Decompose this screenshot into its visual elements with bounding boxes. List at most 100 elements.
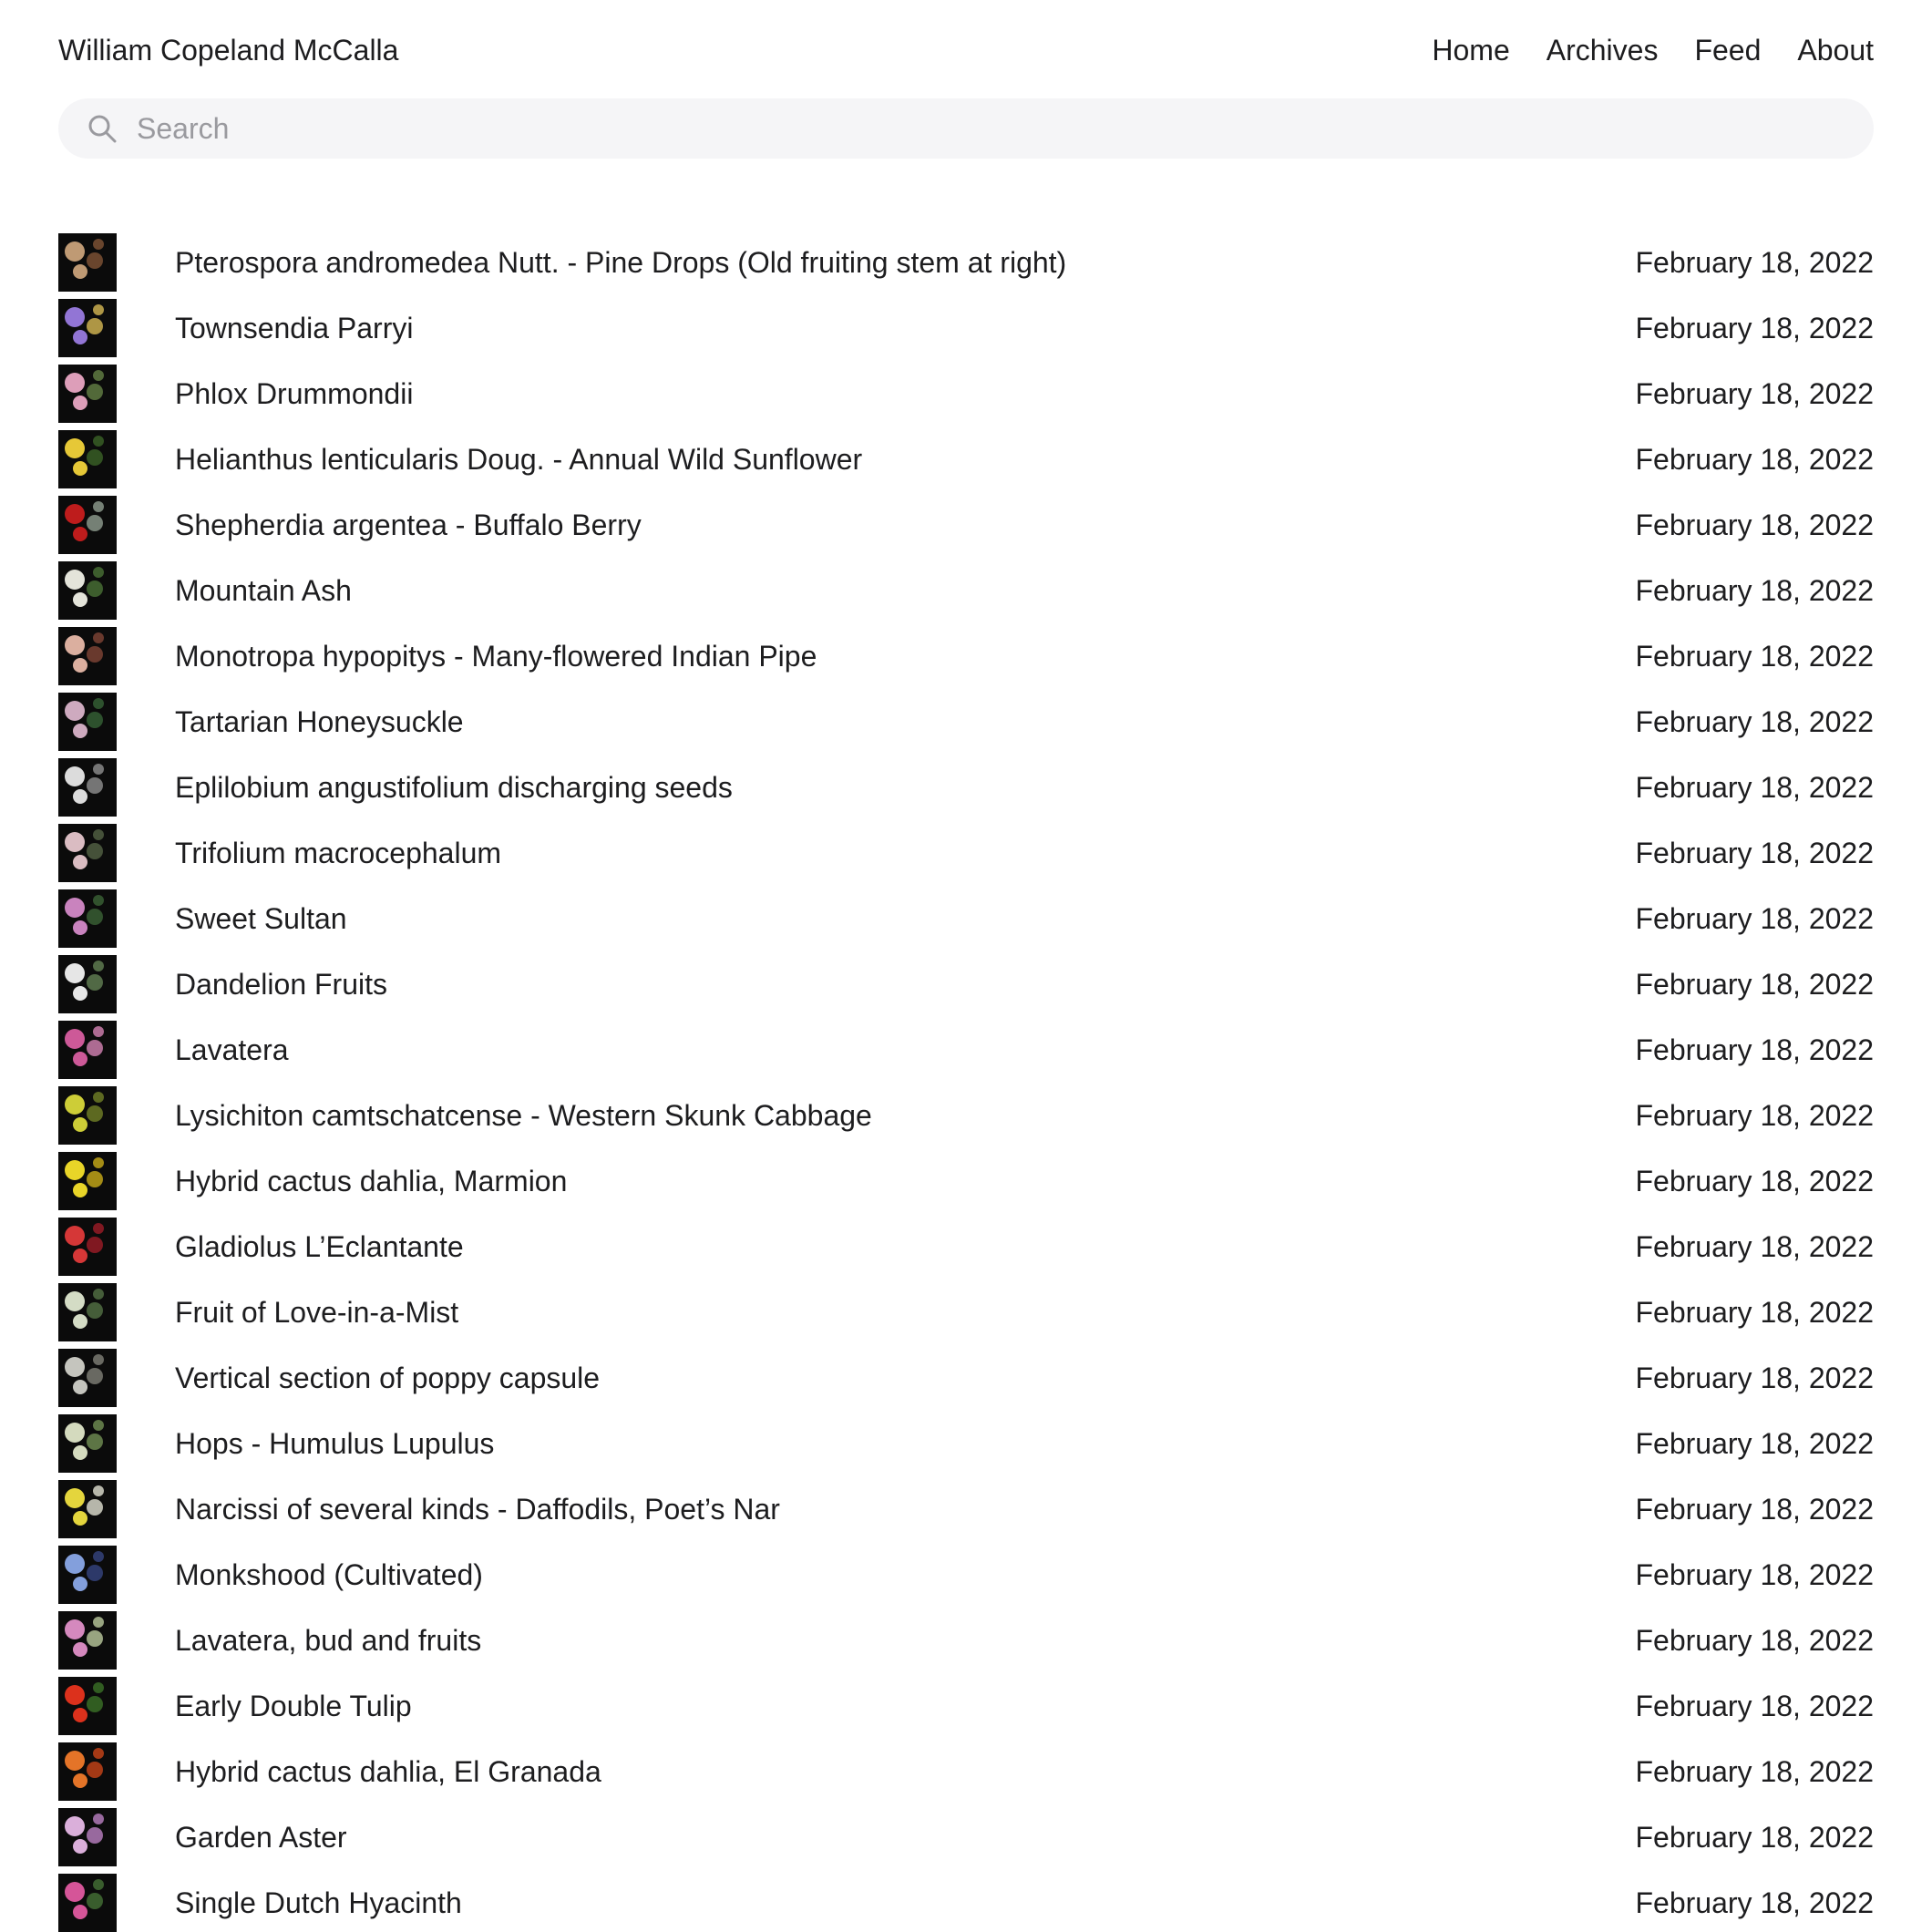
- post-thumbnail[interactable]: [58, 430, 117, 488]
- post-date: February 18, 2022: [1635, 1754, 1875, 1788]
- thumbnail-shape: [93, 1682, 104, 1693]
- post-thumbnail[interactable]: [58, 1218, 117, 1276]
- post-title-link[interactable]: Trifolium macrocephalum: [175, 837, 1636, 870]
- nav-feed[interactable]: Feed: [1694, 34, 1761, 67]
- thumbnail-shape: [87, 515, 103, 531]
- post-title-link[interactable]: Vertical section of poppy capsule: [175, 1362, 1636, 1395]
- thumbnail-shape: [93, 304, 104, 315]
- post-date: February 18, 2022: [1635, 1886, 1875, 1919]
- nav-archives[interactable]: Archives: [1547, 34, 1659, 67]
- post-thumbnail[interactable]: [58, 1414, 117, 1473]
- post-title-link[interactable]: Single Dutch Hyacinth: [175, 1886, 1636, 1920]
- post-thumbnail[interactable]: [58, 1677, 117, 1735]
- nav-about[interactable]: About: [1797, 34, 1874, 67]
- thumbnail-shape: [73, 330, 87, 344]
- thumbnail-shape: [87, 1237, 103, 1253]
- post-date: February 18, 2022: [1635, 376, 1875, 410]
- post-thumbnail[interactable]: [58, 627, 117, 685]
- post-row: Lavatera February 18, 2022: [58, 1017, 1874, 1083]
- post-thumbnail[interactable]: [58, 1546, 117, 1604]
- post-title-link[interactable]: Garden Aster: [175, 1821, 1636, 1855]
- post-thumbnail[interactable]: [58, 496, 117, 554]
- thumbnail-shape: [65, 1423, 85, 1443]
- post-title-link[interactable]: Narcissi of several kinds - Daffodils, P…: [175, 1493, 1636, 1526]
- post-date: February 18, 2022: [1635, 245, 1875, 279]
- post-thumbnail[interactable]: [58, 1349, 117, 1407]
- post-thumbnail[interactable]: [58, 955, 117, 1013]
- post-thumbnail[interactable]: [58, 1152, 117, 1210]
- search-input[interactable]: [137, 111, 1777, 146]
- search-bar[interactable]: [58, 98, 1874, 159]
- post-date: February 18, 2022: [1635, 639, 1875, 673]
- thumbnail-shape: [87, 1171, 103, 1187]
- post-title-link[interactable]: Hybrid cactus dahlia, Marmion: [175, 1165, 1636, 1198]
- post-title-link[interactable]: Fruit of Love-in-a-Mist: [175, 1296, 1636, 1330]
- thumbnail-shape: [93, 1814, 104, 1824]
- post-row: Garden Aster February 18, 2022: [58, 1804, 1874, 1870]
- post-title-link[interactable]: Hybrid cactus dahlia, El Granada: [175, 1755, 1636, 1789]
- post-thumbnail[interactable]: [58, 1742, 117, 1801]
- post-title-link[interactable]: Sweet Sultan: [175, 902, 1636, 936]
- post-title-link[interactable]: Monkshood (Cultivated): [175, 1558, 1636, 1592]
- thumbnail-shape: [93, 1879, 104, 1890]
- thumbnail-shape: [87, 1630, 103, 1647]
- post-thumbnail[interactable]: [58, 1874, 117, 1932]
- post-title-link[interactable]: Helianthus lenticularis Doug. - Annual W…: [175, 443, 1636, 477]
- thumbnail-shape: [87, 384, 103, 400]
- post-title-link[interactable]: Lavatera: [175, 1033, 1636, 1067]
- post-title-link[interactable]: Monotropa hypopitys - Many-flowered Indi…: [175, 640, 1636, 673]
- thumbnail-shape: [93, 895, 104, 906]
- post-title-link[interactable]: Hops - Humulus Lupulus: [175, 1427, 1636, 1461]
- thumbnail-shape: [65, 701, 85, 721]
- post-row: Tartarian Honeysuckle February 18, 2022: [58, 689, 1874, 755]
- post-row: Hybrid cactus dahlia, Marmion February 18…: [58, 1148, 1874, 1214]
- post-thumbnail[interactable]: [58, 1021, 117, 1079]
- nav-home[interactable]: Home: [1432, 34, 1509, 67]
- post-title-link[interactable]: Early Double Tulip: [175, 1690, 1636, 1723]
- post-row: Hops - Humulus Lupulus February 18, 2022: [58, 1411, 1874, 1476]
- thumbnail-shape: [93, 764, 104, 775]
- thumbnail-shape: [73, 1642, 87, 1657]
- post-title-link[interactable]: Townsendia Parryi: [175, 312, 1636, 345]
- thumbnail-shape: [73, 1511, 87, 1526]
- post-title-link[interactable]: Lavatera, bud and fruits: [175, 1624, 1636, 1658]
- post-thumbnail[interactable]: [58, 233, 117, 292]
- post-thumbnail[interactable]: [58, 1480, 117, 1538]
- post-thumbnail[interactable]: [58, 758, 117, 817]
- post-row: Eplilobium angustifolium discharging see…: [58, 755, 1874, 820]
- thumbnail-shape: [73, 592, 87, 607]
- post-date: February 18, 2022: [1635, 1361, 1875, 1394]
- post-thumbnail[interactable]: [58, 299, 117, 357]
- post-thumbnail[interactable]: [58, 1283, 117, 1341]
- post-thumbnail[interactable]: [58, 561, 117, 620]
- post-thumbnail[interactable]: [58, 693, 117, 751]
- post-thumbnail[interactable]: [58, 889, 117, 948]
- post-title-link[interactable]: Pterospora andromedea Nutt. - Pine Drops…: [175, 246, 1636, 280]
- site-title-link[interactable]: William Copeland McCalla: [58, 34, 398, 67]
- thumbnail-shape: [73, 789, 87, 804]
- post-list: Pterospora andromedea Nutt. - Pine Drops…: [58, 230, 1874, 1932]
- post-title-link[interactable]: Lysichiton camtschatcense - Western Skun…: [175, 1099, 1636, 1133]
- post-title-link[interactable]: Mountain Ash: [175, 574, 1636, 608]
- thumbnail-shape: [73, 1708, 87, 1722]
- post-title-link[interactable]: Gladiolus L’Eclantante: [175, 1230, 1636, 1264]
- thumbnail-shape: [87, 1302, 103, 1319]
- main-nav: Home Archives Feed About: [1432, 34, 1874, 67]
- thumbnail-shape: [93, 501, 104, 512]
- post-date: February 18, 2022: [1635, 1295, 1875, 1329]
- post-date: February 18, 2022: [1635, 573, 1875, 607]
- post-title-link[interactable]: Shepherdia argentea - Buffalo Berry: [175, 509, 1636, 542]
- thumbnail-shape: [73, 724, 87, 738]
- post-thumbnail[interactable]: [58, 365, 117, 423]
- post-title-link[interactable]: Eplilobium angustifolium discharging see…: [175, 771, 1636, 805]
- thumbnail-shape: [73, 1905, 87, 1919]
- thumbnail-shape: [87, 252, 103, 269]
- post-thumbnail[interactable]: [58, 1808, 117, 1866]
- post-thumbnail[interactable]: [58, 1086, 117, 1145]
- post-thumbnail[interactable]: [58, 824, 117, 882]
- post-title-link[interactable]: Tartarian Honeysuckle: [175, 705, 1636, 739]
- post-date: February 18, 2022: [1635, 1229, 1875, 1263]
- post-title-link[interactable]: Dandelion Fruits: [175, 968, 1636, 1002]
- post-title-link[interactable]: Phlox Drummondii: [175, 377, 1636, 411]
- post-thumbnail[interactable]: [58, 1611, 117, 1670]
